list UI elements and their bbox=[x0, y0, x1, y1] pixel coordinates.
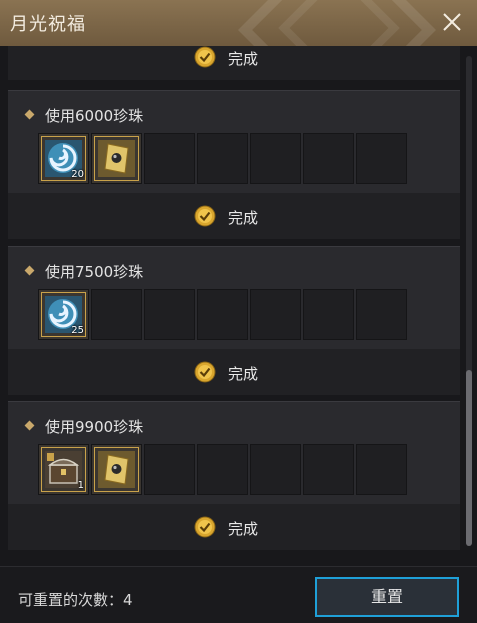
close-icon[interactable] bbox=[439, 9, 465, 35]
empty-slot bbox=[197, 444, 248, 495]
reset-count-label: 可重置的次數：4 bbox=[18, 591, 133, 609]
empty-slot bbox=[91, 289, 142, 340]
empty-slot bbox=[303, 289, 354, 340]
reward-item-slot[interactable]: 20 bbox=[38, 133, 89, 184]
scrollbar-thumb[interactable] bbox=[466, 370, 472, 546]
diamond-bullet-icon bbox=[24, 109, 35, 120]
empty-slot bbox=[356, 289, 407, 340]
title-bar: 月光祝福 bbox=[0, 0, 477, 46]
check-badge-icon bbox=[194, 361, 216, 383]
reward-section-partial: 完成 bbox=[8, 46, 460, 80]
diamond-bullet-icon bbox=[24, 420, 35, 431]
empty-slot bbox=[303, 444, 354, 495]
check-badge-icon bbox=[194, 46, 216, 68]
reward-item-slot[interactable] bbox=[91, 133, 142, 184]
section-header: 使用7500珍珠 bbox=[24, 261, 144, 282]
empty-slot bbox=[250, 133, 301, 184]
item-quantity: 25 bbox=[71, 325, 84, 336]
item-quantity: 20 bbox=[71, 169, 84, 180]
empty-slot bbox=[144, 444, 195, 495]
vertical-scrollbar[interactable] bbox=[466, 56, 472, 546]
diamond-bullet-icon bbox=[24, 265, 35, 276]
section-title: 使用6000珍珠 bbox=[45, 107, 144, 125]
reward-item-slot[interactable]: 1 bbox=[38, 444, 89, 495]
reward-section: 使用6000珍珠 20 完成 bbox=[8, 90, 460, 239]
reward-item-slot[interactable]: 25 bbox=[38, 289, 89, 340]
item-quantity: 1 bbox=[77, 480, 84, 491]
empty-slot bbox=[250, 444, 301, 495]
section-status-bar: 完成 bbox=[8, 193, 460, 239]
check-badge-icon bbox=[194, 516, 216, 538]
empty-slot bbox=[197, 289, 248, 340]
reward-item-slot[interactable] bbox=[91, 444, 142, 495]
section-status-bar: 完成 bbox=[8, 349, 460, 395]
empty-slot bbox=[303, 133, 354, 184]
section-title: 使用7500珍珠 bbox=[45, 263, 144, 281]
reset-button[interactable]: 重置 bbox=[315, 577, 459, 617]
rewards-list[interactable]: 完成 使用6000珍珠 20 完成 使用7500珍珠 25 完成 使用9900珍… bbox=[0, 46, 477, 566]
pearl-card-icon bbox=[98, 140, 135, 177]
section-header: 使用9900珍珠 bbox=[24, 416, 144, 437]
empty-slot bbox=[250, 289, 301, 340]
reward-section: 使用9900珍珠 1 完成 bbox=[8, 401, 460, 550]
section-status-bar: 完成 bbox=[8, 504, 460, 550]
reward-section: 使用7500珍珠 25 完成 bbox=[8, 246, 460, 395]
bottom-bar: 可重置的次數：4 重置 bbox=[0, 566, 477, 623]
window-title: 月光祝福 bbox=[10, 14, 86, 35]
empty-slot bbox=[144, 289, 195, 340]
empty-slot bbox=[356, 444, 407, 495]
treasure-chest-icon bbox=[45, 451, 82, 488]
empty-slot bbox=[197, 133, 248, 184]
section-header: 使用6000珍珠 bbox=[24, 105, 144, 126]
check-badge-icon bbox=[194, 205, 216, 227]
section-title: 使用9900珍珠 bbox=[45, 418, 144, 436]
pearl-card-icon bbox=[98, 451, 135, 488]
empty-slot bbox=[356, 133, 407, 184]
empty-slot bbox=[144, 133, 195, 184]
